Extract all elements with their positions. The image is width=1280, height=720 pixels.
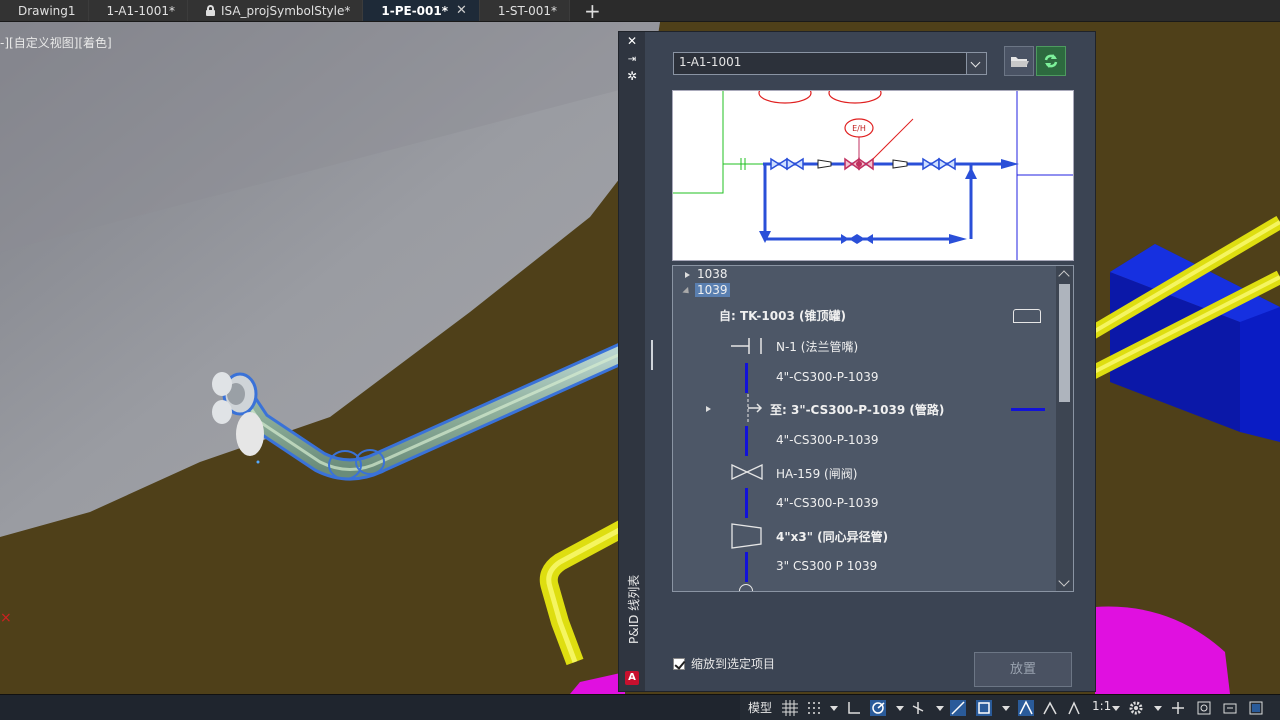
tree-item-1039[interactable]: 1039 xyxy=(695,283,730,297)
chevron-down-icon[interactable] xyxy=(826,700,842,716)
document-tab-bar: Drawing1 1-A1-1001* ISA_projSymbolStyle*… xyxy=(0,0,1280,23)
auto-scale-icon[interactable] xyxy=(1042,700,1058,716)
svg-text:×: × xyxy=(0,610,12,626)
open-folder-button[interactable] xyxy=(1004,46,1034,76)
tree-scrollbar[interactable] xyxy=(1056,266,1073,591)
drawing-select-value: 1-A1-1001 xyxy=(679,55,742,69)
isodraft-icon[interactable] xyxy=(910,700,926,716)
isolate-objects-icon[interactable] xyxy=(1196,700,1212,716)
gear-icon[interactable] xyxy=(1128,700,1144,716)
tab-isa-projsymbolstyle[interactable]: ISA_projSymbolStyle* xyxy=(187,0,364,21)
chevron-down-icon[interactable] xyxy=(966,53,986,74)
checkbox-icon[interactable] xyxy=(673,657,685,670)
tab-1-st-001[interactable]: 1-ST-001* xyxy=(479,0,570,21)
reducer-icon xyxy=(731,523,762,549)
properties-icon[interactable]: ✲ xyxy=(626,70,638,82)
palette-title-strip: ✕ ⇥ ✲ P&ID 线列表 A xyxy=(619,32,645,691)
expand-icon[interactable] xyxy=(706,406,711,412)
collapse-icon[interactable] xyxy=(682,286,692,297)
annotation-scale-icon[interactable] xyxy=(1066,700,1082,716)
pid-preview-drawing: E/H xyxy=(673,91,1073,260)
chevron-down-icon[interactable] xyxy=(998,700,1014,716)
object-snap-icon[interactable] xyxy=(976,700,992,716)
model-space-button[interactable]: 模型 xyxy=(748,699,772,717)
tree-item-pipe[interactable]: 3" CS300 P 1039 xyxy=(776,559,877,573)
grid-icon[interactable] xyxy=(782,700,798,716)
pid-line-list-palette: ✕ ⇥ ✲ P&ID 线列表 A 1-A1-1001 E/H 1038 1039… xyxy=(618,31,1096,692)
tree-item-from[interactable]: 自: TK-1003 (锥顶罐) xyxy=(719,307,846,324)
pipe-line-icon xyxy=(745,552,748,582)
expand-icon[interactable] xyxy=(685,272,690,278)
tab-label: Drawing1 xyxy=(18,3,76,18)
line-list-tree[interactable]: 1038 1039 自: TK-1003 (锥顶罐) N-1 (法兰管嘴) 4"… xyxy=(672,265,1074,592)
gate-valve-icon xyxy=(731,463,763,481)
resize-grip[interactable] xyxy=(651,340,653,370)
status-bar: 模型 1:1 xyxy=(0,694,1280,720)
tree-item-to[interactable]: 至: 3"-CS300-P-1039 (管路) xyxy=(770,401,944,418)
palette-title: P&ID 线列表 xyxy=(627,574,641,644)
polar-tracking-icon[interactable] xyxy=(870,700,886,716)
next-item-icon xyxy=(739,584,753,591)
instrument-label: E/H xyxy=(852,124,866,133)
ortho-icon[interactable] xyxy=(846,700,862,716)
lock-icon xyxy=(205,5,215,16)
tree-item-1038[interactable]: 1038 xyxy=(697,267,728,281)
status-bar-left xyxy=(0,695,740,720)
tree-item-valve[interactable]: HA-159 (闸阀) xyxy=(776,465,857,482)
chevron-down-icon[interactable] xyxy=(1108,700,1124,716)
autocad-logo-icon: A xyxy=(625,671,639,685)
tree-item-pipe[interactable]: 4"-CS300-P-1039 xyxy=(776,433,879,447)
scroll-down-icon[interactable] xyxy=(1058,575,1070,587)
pipe-line-icon xyxy=(745,426,748,456)
tab-drawing1[interactable]: Drawing1 xyxy=(0,0,89,21)
refresh-button[interactable] xyxy=(1036,46,1066,76)
annotation-visibility-icon[interactable] xyxy=(1018,700,1034,716)
tab-label: 1-ST-001* xyxy=(497,3,557,18)
tab-label: 1-PE-001* xyxy=(381,3,449,18)
zoom-to-selection-checkbox[interactable]: 缩放到选定项目 xyxy=(673,655,775,672)
folder-icon xyxy=(1011,57,1029,67)
object-snap-tracking-icon[interactable] xyxy=(950,700,966,716)
tree-item-pipe[interactable]: 4"-CS300-P-1039 xyxy=(776,370,879,384)
tree-item-reducer[interactable]: 4"x3" (同心异径管) xyxy=(776,528,888,545)
close-icon[interactable]: ✕ xyxy=(456,3,467,18)
branch-icon xyxy=(747,394,763,424)
tank-symbol-icon xyxy=(1013,309,1041,323)
tab-1-pe-001[interactable]: 1-PE-001* ✕ xyxy=(363,0,480,21)
chevron-down-icon[interactable] xyxy=(892,700,908,716)
tab-1-a1-1001[interactable]: 1-A1-1001* xyxy=(88,0,188,21)
tab-label: ISA_projSymbolStyle* xyxy=(220,3,351,18)
pid-preview[interactable]: E/H xyxy=(672,90,1074,261)
zoom-checkbox-label: 缩放到选定项目 xyxy=(691,657,776,671)
plus-icon[interactable] xyxy=(1170,700,1186,716)
flange-nozzle-icon xyxy=(731,338,762,354)
place-button[interactable]: 放置 xyxy=(974,652,1072,687)
scroll-up-icon[interactable] xyxy=(1058,270,1070,282)
new-tab-button[interactable]: + xyxy=(570,0,615,23)
chevron-down-icon[interactable] xyxy=(1150,700,1166,716)
snap-icon[interactable] xyxy=(806,700,822,716)
clean-screen-icon[interactable] xyxy=(1248,700,1264,716)
tree-item-nozzle[interactable]: N-1 (法兰管嘴) xyxy=(776,338,858,355)
tree-item-pipe[interactable]: 4"-CS300-P-1039 xyxy=(776,496,879,510)
pipe-line-icon xyxy=(1011,408,1045,411)
chevron-down-icon[interactable] xyxy=(932,700,948,716)
autohide-icon[interactable]: ⇥ xyxy=(626,54,638,66)
drawing-select[interactable]: 1-A1-1001 xyxy=(673,52,987,75)
hardware-acceleration-icon[interactable] xyxy=(1222,700,1238,716)
pipe-line-icon xyxy=(745,363,748,393)
close-icon[interactable]: ✕ xyxy=(626,35,638,47)
pipe-line-icon xyxy=(745,488,748,518)
refresh-icon xyxy=(1044,54,1058,68)
tab-label: 1-A1-1001* xyxy=(106,3,175,18)
view-label[interactable]: -][自定义视图][着色] xyxy=(0,34,112,51)
scrollbar-thumb[interactable] xyxy=(1059,284,1070,402)
